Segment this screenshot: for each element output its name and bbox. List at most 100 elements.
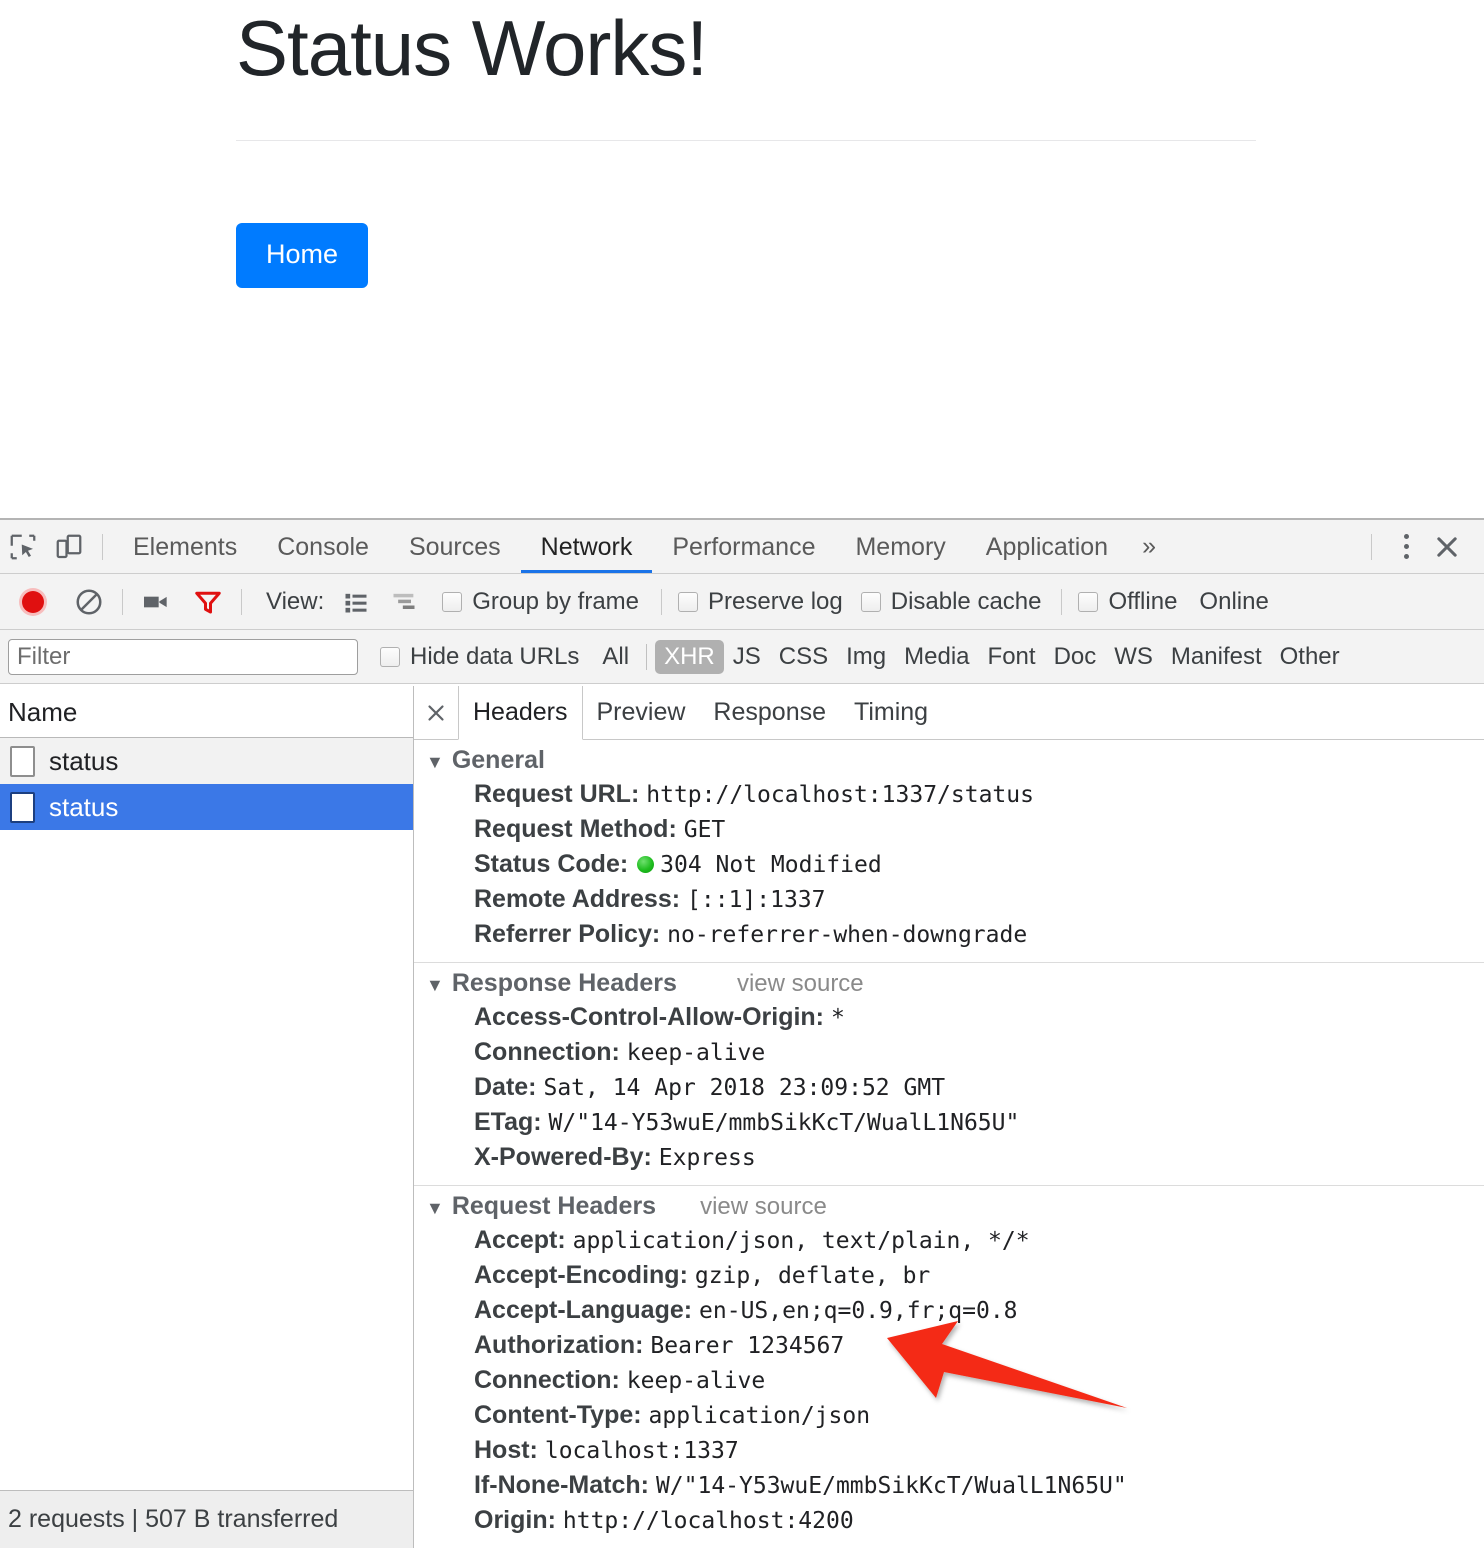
close-detail-icon[interactable] xyxy=(414,686,458,739)
header-name: Origin: xyxy=(474,1506,556,1534)
header-row-authorization: Authorization: Bearer 1234567 xyxy=(414,1328,1484,1363)
control-divider-2 xyxy=(241,588,242,615)
header-value: localhost:1337 xyxy=(544,1438,739,1464)
filter-input[interactable] xyxy=(8,638,358,675)
disable-cache-checkbox[interactable]: Disable cache xyxy=(860,587,1042,616)
tab-performance[interactable]: Performance xyxy=(652,521,835,573)
tabbar-divider xyxy=(102,533,103,560)
disable-cache-box[interactable] xyxy=(860,591,881,612)
view-source-link[interactable]: view source xyxy=(737,970,864,998)
online-throttling-select[interactable]: Online xyxy=(1199,588,1268,616)
offline-box[interactable] xyxy=(1078,591,1099,612)
filter-type-css[interactable]: CSS xyxy=(770,640,837,674)
network-filter-bar: Hide data URLs All XHR JS CSS Img Media … xyxy=(0,630,1484,684)
header-row: Accept-Language: en-US,en;q=0.9,fr;q=0.8 xyxy=(414,1293,1484,1328)
section-general-header[interactable]: ▼ General xyxy=(414,746,1484,775)
control-divider-3 xyxy=(661,588,662,615)
waterfall-view-icon[interactable] xyxy=(384,582,424,622)
tab-console[interactable]: Console xyxy=(257,521,389,573)
offline-label: Offline xyxy=(1108,587,1178,615)
tabbar-right-divider xyxy=(1371,533,1372,560)
tab-response[interactable]: Response xyxy=(699,686,840,739)
header-row: Origin: http://localhost:4200 xyxy=(414,1503,1484,1538)
filter-type-other[interactable]: Other xyxy=(1271,640,1349,674)
view-source-link[interactable]: view source xyxy=(700,1193,827,1221)
filter-funnel-icon[interactable] xyxy=(185,579,231,625)
header-name: Access-Control-Allow-Origin: xyxy=(474,1003,825,1031)
tab-memory[interactable]: Memory xyxy=(835,521,965,573)
group-by-frame-label: Group by frame xyxy=(472,587,639,615)
header-row: Access-Control-Allow-Origin: * xyxy=(414,1000,1484,1035)
header-name: Referrer Policy: xyxy=(474,920,661,948)
tab-sources[interactable]: Sources xyxy=(389,521,521,573)
section-response-headers-header[interactable]: ▼ Response Headers view source xyxy=(414,969,1484,998)
hide-data-urls-checkbox[interactable]: Hide data URLs xyxy=(380,643,579,671)
record-icon[interactable] xyxy=(10,579,56,625)
header-name: Connection: xyxy=(474,1038,620,1066)
filter-type-img[interactable]: Img xyxy=(837,640,895,674)
tab-elements[interactable]: Elements xyxy=(113,521,257,573)
tab-application[interactable]: Application xyxy=(966,521,1128,573)
hide-data-urls-label: Hide data URLs xyxy=(410,642,580,670)
filter-type-all[interactable]: All xyxy=(593,640,638,674)
inspect-element-icon[interactable] xyxy=(0,525,46,569)
header-name: Remote Address: xyxy=(474,885,681,913)
filter-type-ws[interactable]: WS xyxy=(1105,640,1162,674)
preserve-log-box[interactable] xyxy=(678,591,698,612)
section-title: General xyxy=(451,746,545,774)
hide-data-urls-box[interactable] xyxy=(380,646,400,667)
tab-network[interactable]: Network xyxy=(520,521,653,573)
header-name: If-None-Match: xyxy=(474,1471,649,1499)
section-request-headers-header[interactable]: ▼ Request Headers view source xyxy=(414,1192,1484,1221)
list-view-icon[interactable] xyxy=(336,582,376,622)
section-general: ▼ General Request URL: http://localhost:… xyxy=(414,740,1484,962)
section-title: Request Headers xyxy=(451,1192,657,1220)
table-row[interactable]: status xyxy=(0,784,413,830)
tab-timing[interactable]: Timing xyxy=(840,686,942,739)
request-rows: status status xyxy=(0,738,413,1490)
header-name: Date: xyxy=(474,1073,537,1101)
header-value: keep-alive xyxy=(626,1040,766,1066)
close-devtools-icon[interactable] xyxy=(1424,525,1470,569)
header-value[interactable]: http://localhost:1337/status xyxy=(646,782,1034,808)
control-divider-4 xyxy=(1061,588,1063,615)
home-button[interactable]: Home xyxy=(236,222,369,288)
horizontal-rule xyxy=(236,139,1256,141)
group-by-frame-box[interactable] xyxy=(442,591,463,612)
tab-headers[interactable]: Headers xyxy=(458,686,583,740)
header-row: X-Powered-By: Express xyxy=(414,1140,1484,1175)
table-row[interactable]: status xyxy=(0,738,413,784)
filter-type-js[interactable]: JS xyxy=(724,640,770,674)
header-row: Request URL: http://localhost:1337/statu… xyxy=(414,777,1484,812)
header-row: Connection: keep-alive xyxy=(414,1035,1484,1070)
header-name: Accept: xyxy=(474,1226,566,1254)
device-toolbar-icon[interactable] xyxy=(46,525,92,569)
tab-preview[interactable]: Preview xyxy=(583,686,700,739)
header-value: 304 Not Modified xyxy=(660,852,882,878)
devtools-tabbar: Elements Console Sources Network Perform… xyxy=(0,520,1484,574)
disable-cache-label: Disable cache xyxy=(890,587,1042,615)
header-name: Request URL: xyxy=(474,780,640,808)
header-value: gzip, deflate, br xyxy=(694,1263,931,1289)
camera-icon[interactable] xyxy=(133,579,179,625)
request-detail-panel: Headers Preview Response Timing ▼ Genera… xyxy=(414,686,1484,1548)
chevron-down-icon: ▼ xyxy=(426,1198,444,1218)
clear-icon[interactable] xyxy=(66,579,112,625)
header-name: X-Powered-By: xyxy=(474,1143,652,1171)
filter-type-manifest[interactable]: Manifest xyxy=(1162,640,1271,674)
group-by-frame-checkbox[interactable]: Group by frame xyxy=(442,588,639,616)
control-divider-1 xyxy=(122,588,123,615)
filter-type-doc[interactable]: Doc xyxy=(1045,640,1106,674)
header-value: W/"14-Y53wuE/mmbSikKcT/WualL1N65U" xyxy=(655,1473,1127,1499)
more-tabs-chevron-icon[interactable]: » xyxy=(1128,532,1170,561)
filter-type-font[interactable]: Font xyxy=(979,640,1045,674)
column-header-name[interactable]: Name xyxy=(0,686,413,738)
offline-checkbox[interactable]: Offline xyxy=(1078,588,1177,616)
web-page-content: Status Works! Home xyxy=(0,0,1484,518)
preserve-log-checkbox[interactable]: Preserve log xyxy=(678,588,843,616)
header-value: Bearer 1234567 xyxy=(650,1333,845,1359)
header-row: Content-Type: application/json xyxy=(414,1398,1484,1433)
filter-type-media[interactable]: Media xyxy=(895,640,978,674)
filter-type-xhr[interactable]: XHR xyxy=(655,639,724,674)
more-options-icon[interactable] xyxy=(1388,527,1424,567)
